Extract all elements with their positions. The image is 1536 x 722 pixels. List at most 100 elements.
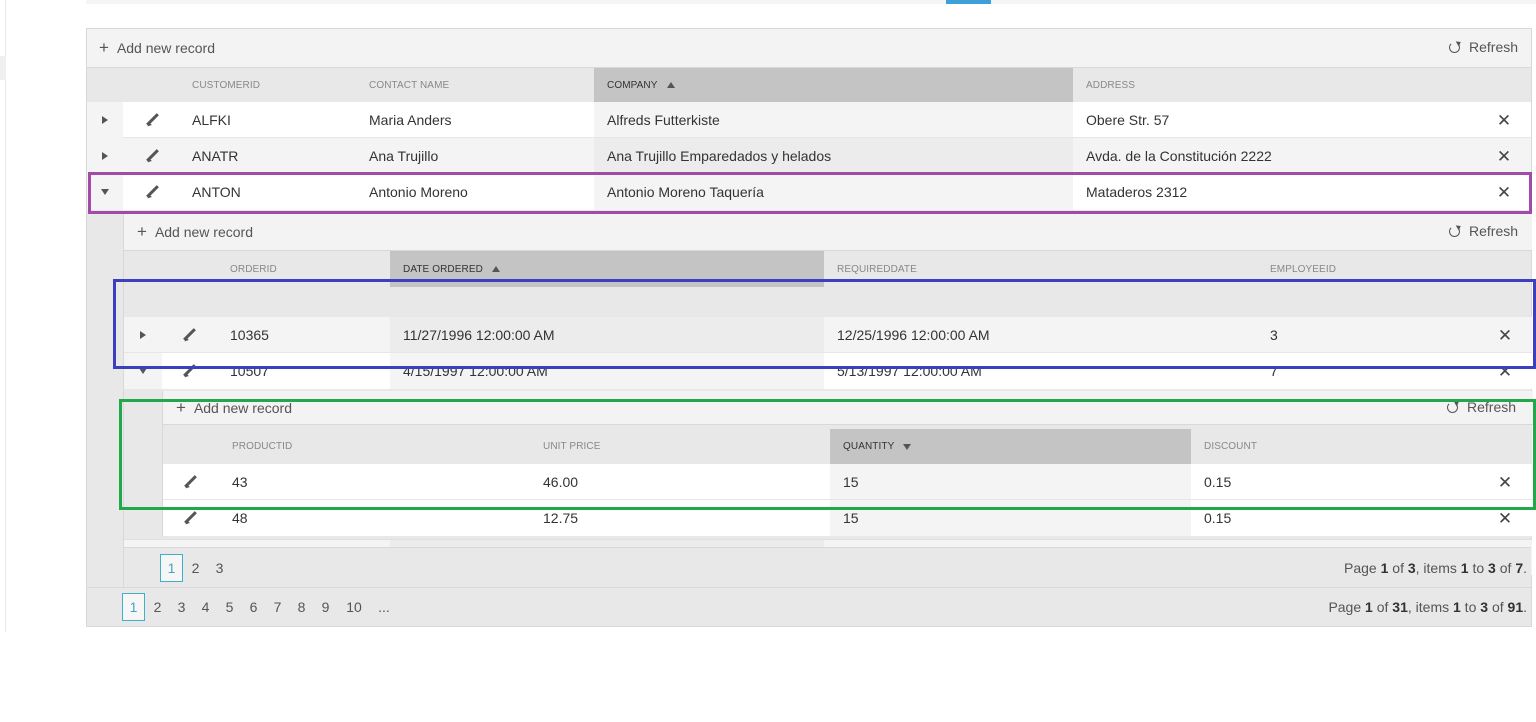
delete-row-button[interactable]: ✕: [1487, 102, 1521, 138]
close-icon: ✕: [1497, 325, 1513, 345]
orders-page-1[interactable]: 1: [160, 554, 183, 582]
cell-orderid: 10507: [230, 363, 269, 379]
left-panel-edge: [0, 0, 6, 632]
master-page-5[interactable]: 5: [218, 593, 241, 621]
header-customerid[interactable]: CUSTOMERID: [179, 68, 356, 102]
delete-row-button[interactable]: ✕: [1488, 464, 1522, 500]
cell-address: Mataderos 2312: [1086, 184, 1188, 200]
orders-refresh-button[interactable]: Refresh: [1449, 223, 1518, 239]
add-record-label: Add new record: [116, 39, 215, 56]
master-page-3[interactable]: 3: [170, 593, 193, 621]
cell-unit-price: 12.75: [543, 510, 579, 526]
header-address[interactable]: ADDRESS: [1073, 68, 1473, 102]
master-page-more[interactable]: ...: [371, 593, 397, 621]
master-page-4[interactable]: 4: [194, 593, 217, 621]
delete-row-button[interactable]: ✕: [1487, 174, 1521, 210]
master-page-6[interactable]: 6: [242, 593, 265, 621]
expand-icon: [102, 152, 108, 160]
cell-address: Avda. de la Constitución 2222: [1086, 147, 1272, 164]
details-row[interactable]: 43 46.00 15 0.15 ✕: [163, 464, 1533, 500]
master-row[interactable]: ALFKI Maria Anders Alfreds Futterkiste O…: [87, 102, 1531, 138]
cell-address: Obere Str. 57: [1086, 111, 1170, 128]
header-requireddate[interactable]: REQUIREDDATE: [824, 251, 1257, 287]
master-page-10[interactable]: 10: [338, 593, 370, 621]
master-page-7[interactable]: 7: [266, 593, 289, 621]
master-grid: + Add new record Refresh CUSTOMERID CONT…: [86, 28, 1533, 627]
header-employeeid[interactable]: EMPLOYEEID: [1257, 251, 1457, 287]
refresh-icon: [1449, 41, 1460, 53]
close-icon: ✕: [1496, 182, 1512, 202]
expand-icon: [140, 331, 146, 339]
delete-row-button[interactable]: ✕: [1488, 500, 1522, 536]
close-icon: ✕: [1496, 110, 1512, 130]
header-quantity[interactable]: QUANTITY: [830, 429, 1191, 464]
orders-add-record-button[interactable]: + Add new record: [137, 223, 253, 240]
refresh-label: Refresh: [1469, 223, 1519, 239]
cell-quantity: 15: [830, 500, 1191, 536]
master-page-2[interactable]: 2: [146, 593, 169, 621]
delete-row-button[interactable]: ✕: [1488, 317, 1522, 353]
master-pager: 1 2 3 4 5 6 7 8 9 10 ... Page 1 of 31, i…: [87, 587, 1531, 626]
cell-contact-name: Maria Anders: [369, 111, 452, 128]
header-productid[interactable]: PRODUCTID: [219, 429, 530, 464]
details-row[interactable]: 48 12.75 15 0.15 ✕: [163, 500, 1533, 536]
header-date-ordered[interactable]: DATE ORDERED: [390, 251, 824, 287]
delete-row-button[interactable]: ✕: [1488, 353, 1522, 389]
expand-icon: [102, 116, 108, 124]
top-strip: [86, 0, 1536, 4]
orders-row-expanded[interactable]: 10507 4/15/1997 12:00:00 AM 5/13/1997 12…: [124, 353, 1532, 389]
header-discount[interactable]: DISCOUNT: [1191, 429, 1391, 464]
orders-row[interactable]: 10365 11/27/1996 12:00:00 AM 12/25/1996 …: [124, 317, 1532, 353]
master-add-record-button[interactable]: + Add new record: [99, 39, 215, 56]
sort-ascending-icon: [491, 266, 500, 272]
master-page-9[interactable]: 9: [314, 593, 337, 621]
orders-page-3[interactable]: 3: [208, 554, 231, 582]
cell-customerid: ANATR: [192, 147, 239, 164]
pencil-icon: [145, 113, 159, 127]
edit-row-button[interactable]: [137, 138, 167, 174]
header-contact-name[interactable]: CONTACT NAME: [356, 68, 594, 102]
master-row[interactable]: ANATR Ana Trujillo Ana Trujillo Empareda…: [87, 138, 1531, 174]
delete-row-button[interactable]: ✕: [1487, 138, 1521, 174]
master-row-expanded[interactable]: ANTON Antonio Moreno Antonio Moreno Taqu…: [87, 174, 1531, 210]
header-company[interactable]: COMPANY: [594, 68, 1073, 102]
edit-row-button[interactable]: [174, 353, 204, 389]
expand-row-button[interactable]: [124, 317, 162, 353]
cell-discount: 0.15: [1204, 473, 1232, 490]
details-refresh-button[interactable]: Refresh: [1447, 399, 1516, 415]
cell-quantity: 15: [830, 464, 1191, 499]
master-page-8[interactable]: 8: [290, 593, 313, 621]
close-icon: ✕: [1497, 508, 1513, 528]
edit-row-button[interactable]: [137, 174, 167, 210]
collapse-icon: [101, 189, 109, 195]
edit-row-button[interactable]: [175, 464, 205, 500]
master-page-1[interactable]: 1: [122, 593, 145, 621]
cell-discount: 0.15: [1204, 510, 1232, 526]
orders-pager: 1 2 3 Page 1 of 3, items 1 to 3 of 7.: [123, 547, 1531, 587]
orders-page-2[interactable]: 2: [184, 554, 207, 582]
pencil-icon: [183, 511, 197, 525]
master-refresh-button[interactable]: Refresh: [1449, 39, 1518, 55]
pencil-icon: [183, 475, 197, 489]
orders-pager-info: Page 1 of 3, items 1 to 3 of 7.: [1344, 560, 1527, 576]
expand-row-button[interactable]: [87, 138, 123, 174]
cell-employeeid: 7: [1270, 363, 1278, 379]
cell-productid: 43: [232, 473, 248, 490]
sort-ascending-icon: [666, 82, 675, 88]
collapse-row-button[interactable]: [87, 174, 123, 210]
collapse-row-button[interactable]: [124, 353, 162, 389]
details-add-record-button[interactable]: + Add new record: [176, 399, 292, 416]
add-record-label: Add new record: [154, 223, 253, 240]
expand-row-button[interactable]: [87, 102, 123, 138]
active-tab-indicator: [946, 0, 991, 4]
cell-company: Antonio Moreno Taquería: [594, 174, 1073, 210]
plus-icon: +: [176, 398, 186, 417]
cell-customerid: ANTON: [192, 184, 241, 200]
refresh-icon: [1447, 401, 1458, 413]
header-orderid[interactable]: ORDERID: [217, 251, 390, 287]
header-unit-price[interactable]: UNIT PRICE: [530, 429, 817, 464]
edit-row-button[interactable]: [174, 317, 204, 353]
edit-row-button[interactable]: [137, 102, 167, 138]
cell-company: Ana Trujillo Emparedados y helados: [594, 138, 1073, 173]
edit-row-button[interactable]: [175, 500, 205, 536]
